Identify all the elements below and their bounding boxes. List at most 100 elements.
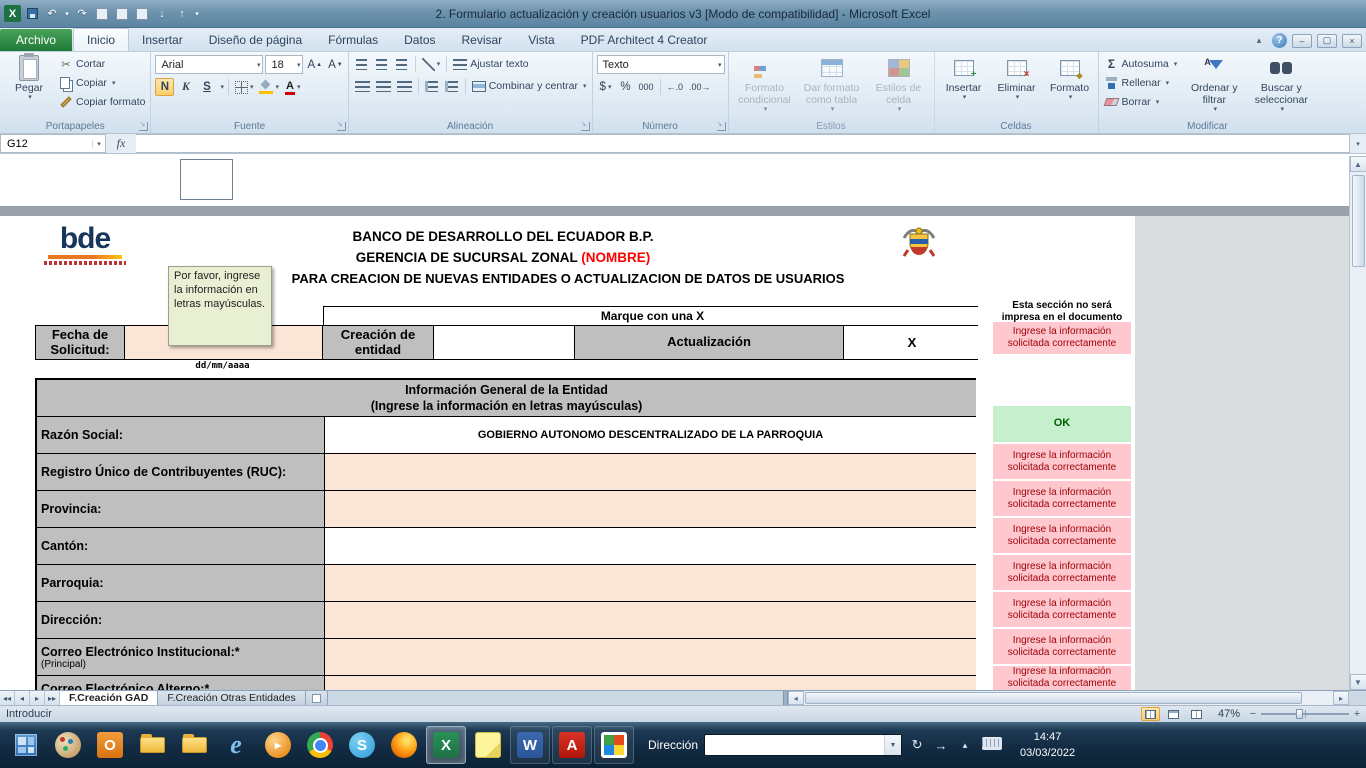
folder-icon-2[interactable]: [174, 726, 214, 764]
undo-icon[interactable]: ↶: [43, 5, 61, 23]
skype-icon[interactable]: [342, 726, 382, 764]
italic-button[interactable]: K: [176, 78, 195, 96]
scroll-right-icon[interactable]: ▸: [1333, 691, 1349, 705]
view-normal-button[interactable]: [1141, 707, 1160, 721]
view-page-layout-button[interactable]: [1164, 707, 1183, 721]
provincia-input[interactable]: [325, 491, 976, 527]
format-cells-button[interactable]: Formato ▾: [1045, 55, 1095, 118]
scroll-down-icon[interactable]: ▼: [1350, 674, 1366, 690]
merge-center-button[interactable]: Combinar y centrar▾: [470, 77, 589, 95]
help-icon[interactable]: ?: [1272, 33, 1287, 48]
office-apps-icon[interactable]: [594, 726, 634, 764]
insert-function-button[interactable]: fx: [106, 134, 136, 153]
dialog-launcher-icon[interactable]: ↘: [337, 122, 346, 131]
format-painter-button[interactable]: Copiar formato: [57, 93, 147, 111]
tab-archivo[interactable]: Archivo: [0, 29, 72, 51]
tab-pdf-architect[interactable]: PDF Architect 4 Creator: [568, 29, 721, 51]
ruc-input[interactable]: [325, 454, 976, 490]
new-file-icon[interactable]: [93, 5, 111, 23]
sort-ascending-icon[interactable]: ↓: [153, 5, 171, 23]
wrap-text-button[interactable]: Ajustar texto: [451, 55, 530, 73]
paint-icon[interactable]: [48, 726, 88, 764]
currency-format-button[interactable]: $▾: [597, 78, 615, 96]
tab-datos[interactable]: Datos: [391, 29, 448, 51]
zoom-level[interactable]: 47%: [1210, 708, 1240, 720]
align-right-button[interactable]: [395, 77, 414, 95]
copy-button[interactable]: Copiar▾: [57, 74, 147, 92]
insert-worksheet-button[interactable]: [306, 691, 328, 705]
font-size-select[interactable]: 18▾: [265, 55, 303, 74]
show-hidden-icons-chevron[interactable]: ▴: [956, 740, 974, 751]
address-input[interactable]: ▼: [704, 734, 902, 756]
font-color-button[interactable]: A▾: [283, 78, 302, 96]
refresh-icon[interactable]: ↻: [908, 737, 926, 753]
align-left-button[interactable]: [353, 77, 372, 95]
direccion-input[interactable]: [325, 602, 976, 638]
horizontal-scroll-thumb[interactable]: [805, 692, 1302, 704]
scroll-up-icon[interactable]: ▲: [1350, 156, 1366, 172]
previous-sheet-button[interactable]: ◂: [15, 691, 30, 705]
save-icon[interactable]: [23, 5, 41, 23]
number-format-select[interactable]: Texto▾: [597, 55, 725, 74]
first-sheet-button[interactable]: ◂◂: [0, 691, 15, 705]
go-arrow-icon[interactable]: →: [932, 738, 950, 753]
align-middle-button[interactable]: [373, 55, 391, 73]
find-select-button[interactable]: Buscar y seleccionar ▾: [1249, 55, 1313, 118]
increase-font-size-button[interactable]: A▲: [305, 56, 324, 74]
outlook-icon[interactable]: [90, 726, 130, 764]
next-sheet-button[interactable]: ▸: [30, 691, 45, 705]
borders-button[interactable]: ▾: [233, 78, 256, 96]
tab-formulas[interactable]: Fórmulas: [315, 29, 391, 51]
tab-insertar[interactable]: Insertar: [129, 29, 196, 51]
zoom-slider[interactable]: − +: [1248, 708, 1362, 720]
dialog-launcher-icon[interactable]: ↘: [717, 122, 726, 131]
name-box-caret-icon[interactable]: ▾: [92, 140, 105, 148]
format-as-table-button[interactable]: Dar formato como tabla ▾: [800, 55, 864, 118]
acrobat-reader-icon[interactable]: [552, 726, 592, 764]
chrome-icon[interactable]: [300, 726, 340, 764]
window-minimize-button[interactable]: –: [1292, 34, 1312, 48]
increase-indent-button[interactable]: [443, 77, 461, 95]
zoom-in-icon[interactable]: +: [1352, 708, 1362, 720]
canton-input[interactable]: [325, 528, 976, 564]
dialog-launcher-icon[interactable]: ↘: [139, 122, 148, 131]
internet-explorer-icon[interactable]: [216, 726, 256, 764]
tab-inicio[interactable]: Inicio: [73, 28, 129, 51]
paste-button[interactable]: Pegar ▾: [4, 55, 54, 118]
tab-vista[interactable]: Vista: [515, 29, 567, 51]
parroquia-input[interactable]: [325, 565, 976, 601]
creacion-entidad-input[interactable]: [434, 326, 574, 359]
sheet-top-pane[interactable]: [0, 154, 1366, 206]
folder-icon[interactable]: [132, 726, 172, 764]
font-name-select[interactable]: Arial▾: [155, 55, 263, 74]
zoom-out-icon[interactable]: −: [1248, 708, 1258, 720]
vertical-scrollbar[interactable]: ▲ ▼: [1349, 156, 1366, 690]
autosum-button[interactable]: ΣAutosuma▾: [1103, 55, 1180, 73]
selected-cell-outline[interactable]: [180, 159, 233, 200]
comma-format-button[interactable]: 000: [637, 78, 656, 96]
cut-button[interactable]: ✂Cortar: [57, 55, 147, 73]
correo-institucional-input[interactable]: [325, 639, 976, 675]
formula-input[interactable]: [136, 134, 1350, 153]
tab-revisar[interactable]: Revisar: [449, 29, 516, 51]
actualizacion-input[interactable]: X: [844, 326, 978, 359]
percent-format-button[interactable]: %: [617, 78, 635, 96]
window-restore-button[interactable]: ▢: [1317, 34, 1337, 48]
cell-styles-button[interactable]: Estilos de celda ▾: [867, 55, 931, 118]
align-bottom-button[interactable]: [393, 55, 411, 73]
clear-button[interactable]: Borrar▾: [1103, 93, 1180, 111]
expand-formula-bar-icon[interactable]: ▾: [1350, 134, 1366, 153]
sort-filter-button[interactable]: Ordenar y filtrar ▾: [1182, 55, 1246, 118]
tab-diseno-de-pagina[interactable]: Diseño de página: [196, 29, 315, 51]
view-page-break-button[interactable]: [1187, 707, 1206, 721]
window-close-button[interactable]: ×: [1342, 34, 1362, 48]
vertical-scroll-thumb[interactable]: [1352, 175, 1365, 267]
sheet-tab-creacion-gad[interactable]: F.Creación GAD: [60, 691, 158, 705]
align-center-button[interactable]: [374, 77, 393, 95]
underline-button[interactable]: S: [197, 78, 216, 96]
razon-social-input[interactable]: GOBIERNO AUTONOMO DESCENTRALIZADO DE LA …: [325, 417, 976, 453]
decrease-indent-button[interactable]: [423, 77, 441, 95]
fill-button[interactable]: Rellenar▾: [1103, 74, 1180, 92]
print-icon[interactable]: [113, 5, 131, 23]
excel-taskbar-icon[interactable]: [426, 726, 466, 764]
